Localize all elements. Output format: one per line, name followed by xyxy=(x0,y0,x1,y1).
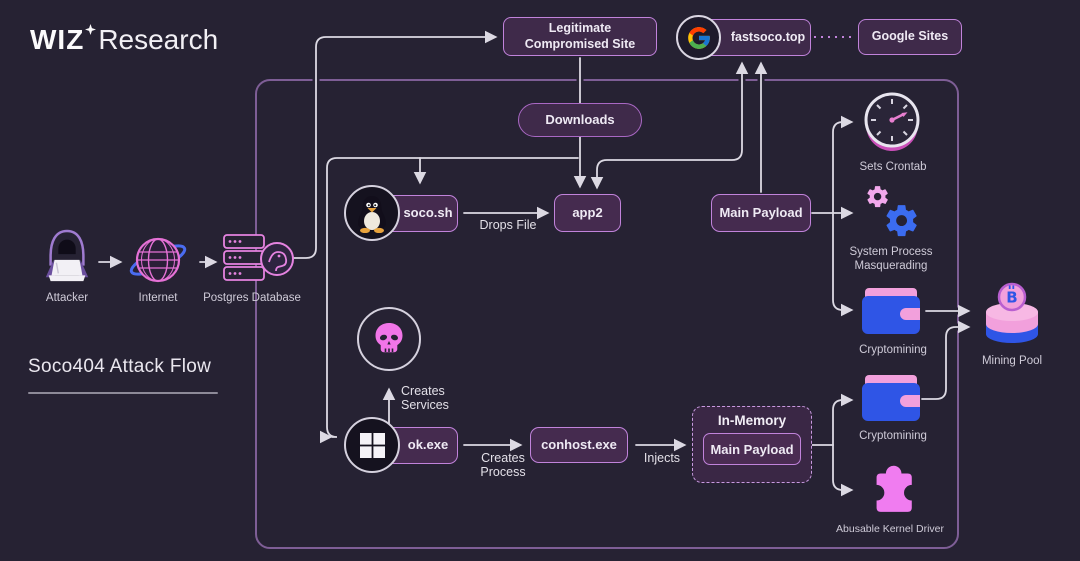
google-g-icon xyxy=(676,15,721,60)
linux-tux-icon xyxy=(344,185,400,241)
main-payload-node: Main Payload xyxy=(711,194,811,232)
soco404-attack-flow-diagram: WIZ Research Soco404 Attack Flow Attacke… xyxy=(0,0,1080,561)
clock-icon xyxy=(860,90,924,156)
app2-label: app2 xyxy=(572,205,602,221)
mining-pool-label: Mining Pool xyxy=(976,355,1048,369)
in-memory-payload-node: Main Payload xyxy=(703,433,801,465)
google-sites-node: Google Sites xyxy=(858,19,962,55)
in-memory-node: In-Memory Main Payload xyxy=(692,406,812,483)
postgres-icon xyxy=(222,232,296,290)
legitimate-compromised-site-label: Legitimate Compromised Site xyxy=(512,21,648,52)
downloads-node: Downloads xyxy=(518,103,642,137)
sparkle-icon xyxy=(85,22,96,40)
injects-label: Injects xyxy=(634,451,690,465)
wiz-research-logo: WIZ Research xyxy=(30,24,218,56)
fastsoco-label: fastsoco.top xyxy=(731,30,805,46)
legitimate-compromised-site-node: Legitimate Compromised Site xyxy=(503,17,657,56)
windows-icon xyxy=(344,417,400,473)
in-memory-payload-label: Main Payload xyxy=(710,442,793,457)
cryptomining-1-label: Cryptomining xyxy=(848,344,938,358)
gears-icon xyxy=(862,183,920,241)
attacker-label: Attacker xyxy=(27,292,107,306)
main-payload-label: Main Payload xyxy=(719,205,802,221)
conhost-node: conhost.exe xyxy=(530,427,628,463)
wallet-icon xyxy=(862,287,920,334)
wallet-icon xyxy=(862,374,920,421)
coin-stack-icon: B xyxy=(981,281,1043,345)
creates-services-label: Creates Services xyxy=(401,384,471,413)
skull-icon xyxy=(357,307,421,371)
in-memory-title: In-Memory xyxy=(693,413,811,428)
title-underline xyxy=(28,392,218,394)
logo-research-text: Research xyxy=(98,24,218,56)
svg-text:B: B xyxy=(1006,289,1017,307)
system-process-masquerading-label: System Process Masquerading xyxy=(836,246,946,274)
drops-file-label: Drops File xyxy=(468,218,548,232)
ok-exe-label: ok.exe xyxy=(408,437,448,453)
logo-wiz-text: WIZ xyxy=(30,24,84,56)
attacker-icon xyxy=(40,226,94,288)
app2-node: app2 xyxy=(554,194,621,232)
abusable-kernel-driver-label: Abusable Kernel Driver xyxy=(828,523,952,536)
google-sites-label: Google Sites xyxy=(872,29,948,45)
soco-sh-label: soco.sh xyxy=(403,205,452,221)
cryptomining-2-label: Cryptomining xyxy=(848,430,938,444)
diagram-title: Soco404 Attack Flow xyxy=(28,356,211,378)
sets-crontab-label: Sets Crontab xyxy=(846,161,940,175)
downloads-label: Downloads xyxy=(545,112,614,128)
globe-icon xyxy=(128,230,188,290)
puzzle-icon xyxy=(860,458,918,516)
internet-label: Internet xyxy=(118,292,198,306)
postgres-label: Postgres Database xyxy=(196,292,308,306)
conhost-label: conhost.exe xyxy=(541,437,617,453)
